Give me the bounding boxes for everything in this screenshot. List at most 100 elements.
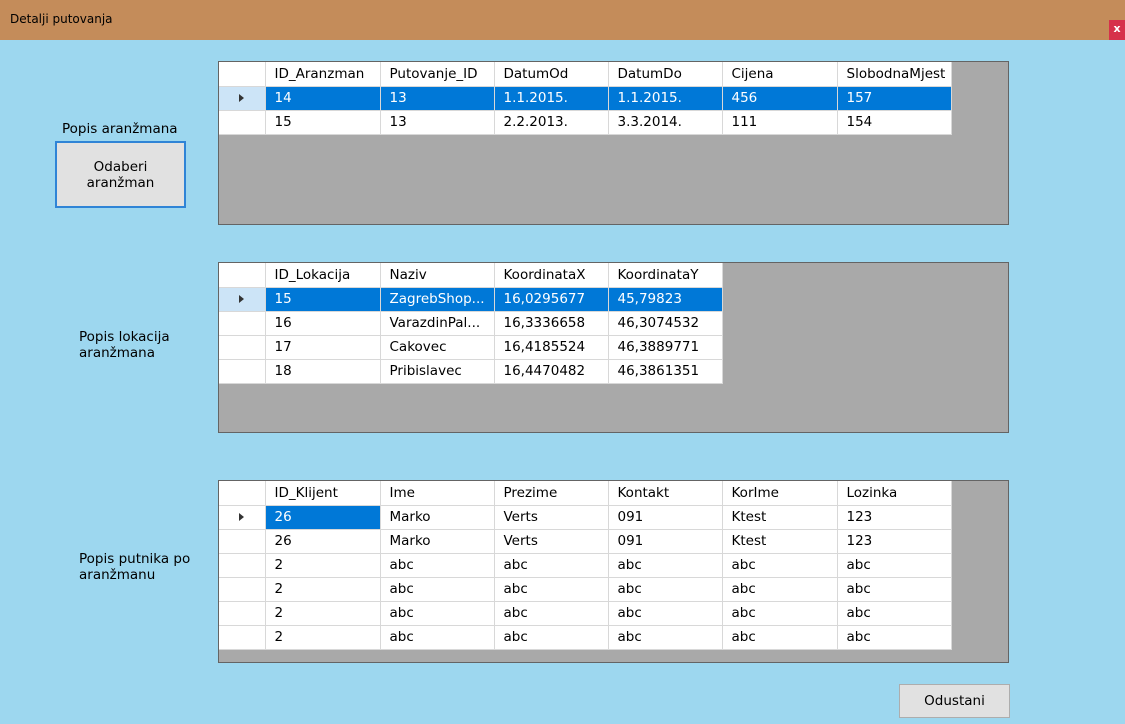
table-cell[interactable]: 15 — [265, 287, 381, 312]
table-cell[interactable]: 2 — [265, 577, 381, 602]
table-cell[interactable]: 17 — [265, 335, 381, 360]
table-cell[interactable]: 26 — [265, 505, 381, 530]
table-cell[interactable]: 45,79823 — [608, 287, 723, 312]
table-cell[interactable]: Verts — [494, 505, 609, 530]
row-header[interactable] — [219, 335, 266, 360]
table-row[interactable]: 16 VarazdinPal... 16,3336658 46,3074532 — [219, 311, 723, 336]
table-row[interactable]: 15 ZagrebShop... 16,0295677 45,79823 — [219, 287, 723, 312]
table-cell[interactable]: 16,4185524 — [494, 335, 609, 360]
table-cell[interactable]: 18 — [265, 359, 381, 384]
row-header[interactable] — [219, 553, 266, 578]
table-cell[interactable]: 16,4470482 — [494, 359, 609, 384]
table-cell[interactable]: 111 — [722, 110, 838, 135]
table-row[interactable]: 18 Pribislavec 16,4470482 46,3861351 — [219, 359, 723, 384]
column-header[interactable]: KoordinataX — [494, 263, 609, 288]
table-cell[interactable]: 26 — [265, 529, 381, 554]
close-button[interactable]: x — [1109, 20, 1125, 40]
table-cell[interactable]: abc — [608, 625, 723, 650]
table-cell[interactable]: abc — [722, 577, 838, 602]
column-header[interactable]: DatumOd — [494, 62, 609, 87]
column-header[interactable]: Prezime — [494, 481, 609, 506]
table-cell[interactable]: 3.3.2014. — [608, 110, 723, 135]
column-header[interactable]: DatumDo — [608, 62, 723, 87]
locations-grid[interactable]: ID_Lokacija Naziv KoordinataX KoordinataY 15… — [218, 262, 1009, 433]
table-cell[interactable]: abc — [837, 625, 952, 650]
table-cell[interactable]: 15 — [265, 110, 381, 135]
corner-header[interactable] — [219, 481, 266, 506]
cancel-button[interactable]: Odustani — [899, 684, 1010, 718]
table-cell[interactable]: 16,0295677 — [494, 287, 609, 312]
table-cell[interactable]: abc — [837, 577, 952, 602]
table-cell[interactable]: abc — [380, 625, 495, 650]
table-row[interactable]: 2 abc abc abc abc abc — [219, 553, 952, 578]
table-cell[interactable]: 091 — [608, 529, 723, 554]
corner-header[interactable] — [219, 62, 266, 87]
table-cell[interactable]: 2 — [265, 625, 381, 650]
row-header[interactable] — [219, 577, 266, 602]
passengers-grid[interactable]: ID_Klijent Ime Prezime Kontakt KorIme Lozinka… — [218, 480, 1009, 663]
row-header[interactable] — [219, 86, 266, 111]
row-header[interactable] — [219, 110, 266, 135]
table-cell[interactable]: 2 — [265, 553, 381, 578]
table-cell[interactable]: 123 — [837, 505, 952, 530]
table-cell[interactable]: Pribislavec — [380, 359, 495, 384]
table-row[interactable]: 2 abc abc abc abc abc — [219, 601, 952, 626]
row-header[interactable] — [219, 625, 266, 650]
row-header[interactable] — [219, 311, 266, 336]
table-cell[interactable]: Ktest — [722, 529, 838, 554]
table-cell[interactable]: abc — [494, 577, 609, 602]
table-cell[interactable]: 154 — [837, 110, 952, 135]
table-cell[interactable]: Verts — [494, 529, 609, 554]
table-cell[interactable]: 14 — [265, 86, 381, 111]
corner-header[interactable] — [219, 263, 266, 288]
table-cell[interactable]: 1.1.2015. — [608, 86, 723, 111]
table-cell[interactable]: abc — [380, 553, 495, 578]
table-cell[interactable]: 2.2.2013. — [494, 110, 609, 135]
table-cell[interactable]: abc — [380, 601, 495, 626]
table-cell[interactable]: 091 — [608, 505, 723, 530]
table-row[interactable]: 2 abc abc abc abc abc — [219, 625, 952, 650]
table-cell[interactable]: Ktest — [722, 505, 838, 530]
table-row[interactable]: 26 Marko Verts 091 Ktest 123 — [219, 529, 952, 554]
table-cell[interactable]: 46,3861351 — [608, 359, 723, 384]
table-cell[interactable]: 46,3889771 — [608, 335, 723, 360]
table-cell[interactable]: 1.1.2015. — [494, 86, 609, 111]
table-cell[interactable]: VarazdinPal... — [380, 311, 495, 336]
table-cell[interactable]: abc — [837, 553, 952, 578]
column-header[interactable]: Ime — [380, 481, 495, 506]
table-cell[interactable]: abc — [722, 625, 838, 650]
table-cell[interactable]: abc — [722, 553, 838, 578]
column-header[interactable]: Cijena — [722, 62, 838, 87]
table-cell[interactable]: abc — [494, 625, 609, 650]
column-header[interactable]: ID_Klijent — [265, 481, 381, 506]
table-cell[interactable]: 2 — [265, 601, 381, 626]
row-header[interactable] — [219, 505, 266, 530]
table-cell[interactable]: 16 — [265, 311, 381, 336]
row-header[interactable] — [219, 601, 266, 626]
table-cell[interactable]: abc — [608, 577, 723, 602]
table-cell[interactable]: Cakovec — [380, 335, 495, 360]
table-cell[interactable]: 157 — [837, 86, 952, 111]
column-header[interactable]: Putovanje_ID — [380, 62, 495, 87]
row-header[interactable] — [219, 529, 266, 554]
table-cell[interactable]: abc — [722, 601, 838, 626]
table-row[interactable]: 14 13 1.1.2015. 1.1.2015. 456 157 — [219, 86, 952, 111]
table-row[interactable]: 26 Marko Verts 091 Ktest 123 — [219, 505, 952, 530]
table-row[interactable]: 15 13 2.2.2013. 3.3.2014. 111 154 — [219, 110, 952, 135]
table-row[interactable]: 17 Cakovec 16,4185524 46,3889771 — [219, 335, 723, 360]
column-header[interactable]: Naziv — [380, 263, 495, 288]
table-cell[interactable]: 46,3074532 — [608, 311, 723, 336]
column-header[interactable]: KoordinataY — [608, 263, 723, 288]
table-cell[interactable]: ZagrebShop... — [380, 287, 495, 312]
table-cell[interactable]: abc — [608, 553, 723, 578]
table-cell[interactable]: abc — [494, 553, 609, 578]
table-cell[interactable]: 13 — [380, 86, 495, 111]
table-cell[interactable]: 123 — [837, 529, 952, 554]
table-cell[interactable]: 456 — [722, 86, 838, 111]
table-cell[interactable]: Marko — [380, 505, 495, 530]
column-header[interactable]: Lozinka — [837, 481, 952, 506]
column-header[interactable]: KorIme — [722, 481, 838, 506]
table-cell[interactable]: abc — [837, 601, 952, 626]
column-header[interactable]: ID_Lokacija — [265, 263, 381, 288]
table-cell[interactable]: abc — [608, 601, 723, 626]
